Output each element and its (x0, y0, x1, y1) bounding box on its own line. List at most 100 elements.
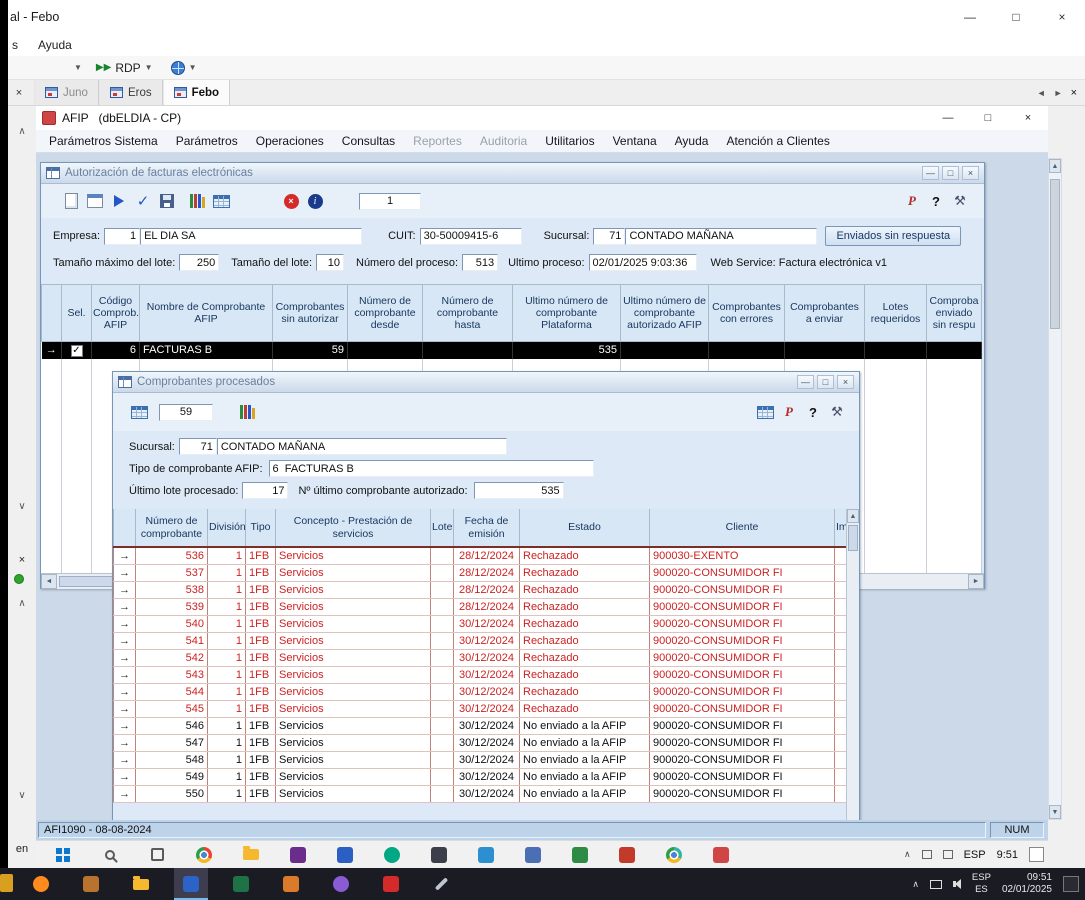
outer-close-button[interactable]: × (1039, 0, 1085, 34)
table-row[interactable]: →54411FBServicios30/12/2024Rechazado9000… (114, 683, 847, 700)
sucursal-number-field[interactable]: 71 (179, 438, 217, 455)
outer-scroll-down-icon[interactable]: ▼ (1049, 805, 1061, 819)
rdp-dropdown-icon[interactable]: ▼ (141, 61, 157, 74)
scroll-left-icon[interactable]: ◄ (41, 574, 57, 589)
excel-icon[interactable] (224, 868, 258, 900)
menu-ayuda[interactable]: Ayuda (666, 134, 718, 148)
app-blue-icon[interactable] (330, 841, 360, 869)
proc-minimize-button[interactable]: — (797, 375, 814, 389)
menu-parámetros[interactable]: Parámetros (167, 134, 247, 148)
table-row[interactable]: →53611FBServicios28/12/2024Rechazado9000… (114, 547, 847, 564)
tab-juno[interactable]: Juno (34, 80, 99, 105)
cuit-field[interactable]: 30-50009415-6 (420, 228, 522, 245)
tray-monitor-icon[interactable] (922, 850, 932, 859)
search-icon[interactable] (95, 841, 125, 869)
table-row[interactable]: →54211FBServicios30/12/2024Rechazado9000… (114, 649, 847, 666)
auth-close-button[interactable]: × (962, 166, 979, 180)
outer-maximize-button[interactable]: □ (993, 0, 1039, 34)
app-dark-icon[interactable] (424, 841, 454, 869)
outer-scroll-up-icon[interactable]: ▲ (1049, 159, 1061, 173)
remote-notification-icon[interactable] (1029, 847, 1044, 862)
app-grid-icon[interactable] (518, 841, 548, 869)
info-icon[interactable]: i (303, 190, 327, 212)
header-sel[interactable]: Sel. (62, 285, 92, 342)
table-row[interactable]: →54311FBServicios30/12/2024Rechazado9000… (114, 666, 847, 683)
tools-app-icon[interactable] (74, 868, 108, 900)
afip-restore-button[interactable]: □ (968, 106, 1008, 130)
tab-febo[interactable]: Febo (163, 80, 230, 105)
proc-titlebar[interactable]: Comprobantes procesados — □ × (113, 372, 859, 393)
panel-close-icon[interactable]: × (8, 80, 30, 105)
task-view-icon[interactable] (142, 841, 172, 869)
table-row[interactable]: →54011FBServicios30/12/2024Rechazado9000… (114, 615, 847, 632)
strip-scroll-down2-icon[interactable]: ∨ (8, 790, 36, 801)
tam-lote-field[interactable]: 10 (316, 254, 344, 271)
edit-record-icon[interactable] (83, 190, 107, 212)
app-lightblue-icon[interactable] (471, 841, 501, 869)
confirm-icon[interactable]: ✓ (131, 190, 155, 212)
scroll-thumb[interactable] (848, 525, 858, 551)
scroll-right-icon[interactable]: ► (968, 574, 984, 589)
afip-minimize-button[interactable]: — (928, 106, 968, 130)
save-icon[interactable] (155, 190, 179, 212)
pen-app-icon[interactable] (424, 868, 458, 900)
strip-scroll-up2-icon[interactable]: ∧ (8, 598, 36, 609)
table-row[interactable]: →53711FBServicios28/12/2024Rechazado9000… (114, 564, 847, 581)
header-lote[interactable]: Lote (431, 509, 454, 547)
table-icon[interactable] (753, 401, 777, 423)
table-row[interactable]: →54711FBServicios30/12/2024No enviado a … (114, 734, 847, 751)
export-grid-icon[interactable] (127, 401, 151, 423)
header-numero[interactable]: Número de comprobante (136, 509, 208, 547)
dropdown-arrow-icon[interactable]: ▼ (70, 61, 86, 74)
header-nombre[interactable]: Nombre de Comprobante AFIP (140, 285, 273, 342)
host-language-indicator[interactable]: ESP ES (972, 872, 991, 896)
header-sin-autorizar[interactable]: Comprobantes sin autorizar (273, 285, 348, 342)
outer-scroll-thumb[interactable] (1050, 179, 1060, 329)
header-plataforma[interactable]: Ultimo número de comprobante Plataforma (513, 285, 621, 342)
header-tipo[interactable]: Tipo (246, 509, 276, 547)
ultimo-lote-field[interactable]: 17 (242, 482, 288, 499)
header-estado[interactable]: Estado (520, 509, 650, 547)
strip-scroll-up-icon[interactable]: ∧ (8, 126, 36, 137)
header-im[interactable]: Im (835, 509, 847, 547)
header-codigo[interactable]: Código Comprob. AFIP (92, 285, 140, 342)
menu-reportes[interactable]: Reportes (404, 134, 471, 148)
empresa-name-field[interactable]: EL DIA SA (140, 228, 362, 245)
menu-parámetros-sistema[interactable]: Parámetros Sistema (40, 134, 167, 148)
file-explorer-icon[interactable] (124, 868, 158, 900)
file-explorer-icon[interactable] (236, 841, 266, 869)
menu-ventana[interactable]: Ventana (604, 134, 666, 148)
auth-maximize-button[interactable]: □ (942, 166, 959, 180)
sucursal-number-field[interactable]: 71 (593, 228, 625, 245)
sucursal-name-field[interactable]: CONTADO MAÑANA (625, 228, 817, 245)
strip-close-icon[interactable]: × (8, 554, 36, 566)
header-cliente[interactable]: Cliente (650, 509, 835, 547)
auth-titlebar[interactable]: Autorización de facturas electrónicas — … (41, 163, 984, 184)
table-row[interactable]: →54611FBServicios30/12/2024No enviado a … (114, 717, 847, 734)
outer-minimize-button[interactable]: — (947, 0, 993, 34)
afip-close-button[interactable]: × (1008, 106, 1048, 130)
remote-desktop-icon[interactable] (174, 868, 208, 900)
menu-auditoria[interactable]: Auditoria (471, 134, 536, 148)
table-row[interactable]: →54111FBServicios30/12/2024Rechazado9000… (114, 632, 847, 649)
tab-eros[interactable]: Eros (99, 80, 163, 105)
table-row[interactable]: →55011FBServicios30/12/2024No enviado a … (114, 785, 847, 802)
strip-scroll-down-icon[interactable]: ∨ (8, 501, 36, 512)
app-crimson-icon[interactable] (706, 841, 736, 869)
table-row[interactable]: →54811FBServicios30/12/2024No enviado a … (114, 751, 847, 768)
chrome-icon[interactable] (189, 841, 219, 869)
table-row[interactable]: →53911FBServicios28/12/2024Rechazado9000… (114, 598, 847, 615)
globe-icon[interactable] (171, 61, 185, 75)
menu-consultas[interactable]: Consultas (333, 134, 404, 148)
selected-row[interactable]: → ✓ 6 FACTURAS B 59 535 (42, 342, 982, 359)
outer-vertical-scrollbar[interactable]: ▲ ▼ (1048, 158, 1062, 820)
header-arrow[interactable] (42, 285, 62, 342)
host-display-icon[interactable] (930, 880, 942, 889)
browse-icon[interactable] (185, 190, 209, 212)
ultimo-comprobante-field[interactable]: 535 (474, 482, 564, 499)
remote-clock[interactable]: 9:51 (997, 849, 1018, 861)
header-fecha[interactable]: Fecha de emisión (454, 509, 520, 547)
header-a-enviar[interactable]: Comprobantes a enviar (785, 285, 865, 342)
menu-atención-a-clientes[interactable]: Atención a Clientes (717, 134, 838, 148)
host-clock[interactable]: 09:51 02/01/2025 (1002, 872, 1052, 897)
